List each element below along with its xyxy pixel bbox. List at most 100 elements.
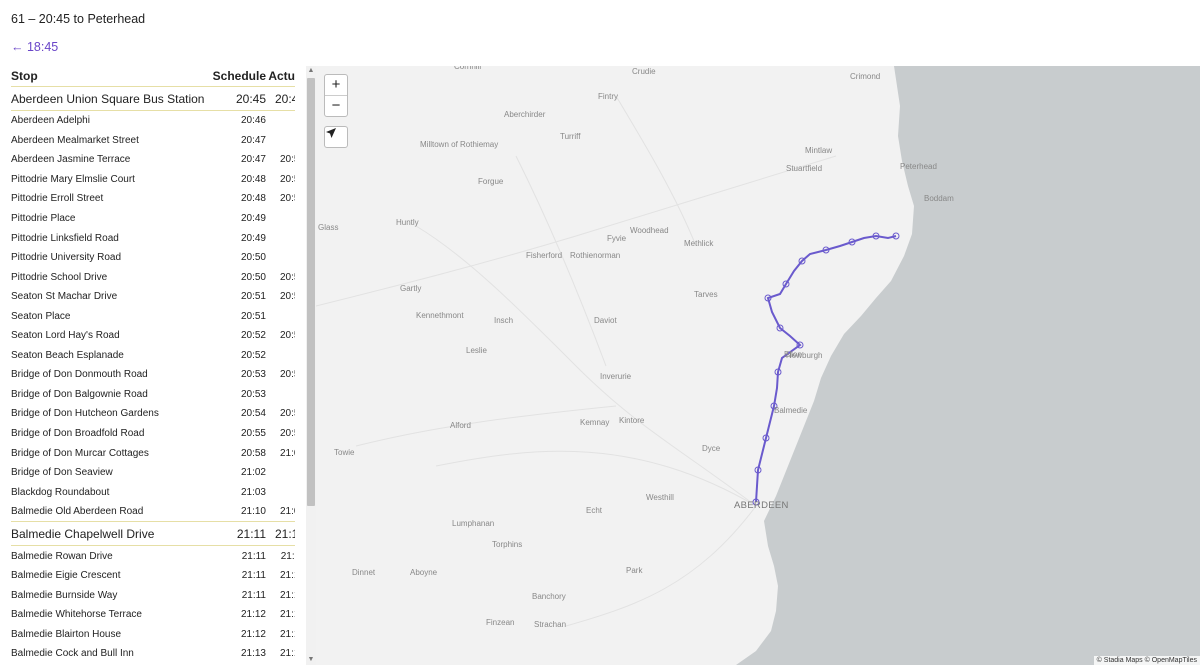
- table-row: Seaton Lord Hay's Road 20:52 20:56: [11, 326, 295, 346]
- place-label: Crudie: [632, 67, 656, 76]
- actual-time: 21:10: [266, 521, 295, 547]
- place-label: Aberchirder: [504, 110, 546, 119]
- scheduled-time: 21:13: [240, 648, 266, 660]
- scheduled-time: 20:55: [240, 428, 266, 440]
- actual-time: [266, 346, 295, 366]
- place-label: Methlick: [684, 239, 714, 248]
- stop-name: Balmedie Burnside Way: [11, 589, 118, 601]
- stop-name: Pittodrie University Road: [11, 252, 122, 264]
- actual-time: 20:52: [279, 193, 295, 205]
- actual-time: [266, 385, 295, 405]
- scheduled-time: 20:52: [240, 330, 266, 342]
- stop-name: Balmedie Cock and Bull Inn: [11, 648, 134, 660]
- actual-time: 21:12: [279, 570, 295, 582]
- table-row: Balmedie Burnside Way 21:11 21:13: [11, 586, 295, 606]
- table-row: Seaton Beach Esplanade 20:52: [11, 346, 295, 366]
- actual-time: 20:59: [279, 428, 295, 440]
- place-label: Fyvie: [607, 234, 627, 243]
- scheduled-time: 20:47: [240, 134, 266, 146]
- map-roads: [316, 95, 837, 627]
- scheduled-time: 21:11: [241, 589, 266, 601]
- page-title: 61 – 20:45 to Peterhead: [11, 12, 146, 26]
- stop-name: Pittodrie Place: [11, 213, 76, 224]
- timetable: Stop Schedule Actual Aberdeen Union Squa…: [11, 66, 295, 665]
- place-label: Fisherford: [526, 251, 563, 260]
- locate-button[interactable]: [324, 126, 348, 148]
- table-row: Bridge of Don Donmouth Road 20:53 20:57: [11, 365, 295, 385]
- route-map[interactable]: Cornhill Crudie Crimond Fintry Aberchirder Tu…: [316, 66, 1200, 665]
- place-label: Rothienorman: [570, 251, 621, 260]
- place-label: Kintore: [619, 416, 645, 425]
- table-row: Pittodrie Place 20:49: [11, 209, 295, 229]
- stop-name: Aberdeen Mealmarket Street: [11, 134, 139, 146]
- zoom-in-button[interactable]: +: [325, 75, 347, 96]
- stop-name: Seaton St Machar Drive: [11, 291, 118, 303]
- scheduled-time: 21:11: [207, 521, 266, 547]
- scheduled-time: 20:53: [240, 369, 266, 381]
- stop-name: Bridge of Don Balgownie Road: [11, 388, 148, 400]
- place-label: Aboyne: [410, 568, 438, 577]
- scheduled-time: 20:45: [207, 86, 266, 111]
- locate-arrow-icon: [326, 128, 336, 138]
- place-label: Daviot: [594, 316, 617, 325]
- stop-name: Bridge of Don Seaview: [11, 467, 113, 479]
- scheduled-time: 20:51: [240, 310, 266, 322]
- table-row: Balmedie Eigie Crescent 21:11 21:12: [11, 566, 295, 586]
- place-label: Huntly: [396, 218, 419, 227]
- scheduled-time: 20:54: [240, 408, 266, 420]
- table-row: Aberdeen Adelphi 20:46: [11, 111, 295, 131]
- scroll-down-arrow-icon[interactable]: ▼: [306, 655, 316, 665]
- table-row: Bridge of Don Hutcheon Gardens 20:54 20:58: [11, 404, 295, 424]
- zoom-out-button[interactable]: −: [325, 96, 347, 116]
- actual-time: [266, 306, 295, 326]
- place-label: Newburgh: [786, 351, 823, 360]
- stop-name: Pittodrie School Drive: [11, 271, 108, 283]
- stop-name: Bridge of Don Donmouth Road: [11, 369, 148, 381]
- timetable-scrollbar[interactable]: ▲ ▼: [306, 66, 316, 665]
- table-row: Balmedie Cock and Bull Inn 21:13 21:16: [11, 644, 295, 664]
- actual-time: 20:54: [279, 291, 295, 303]
- stop-name: Balmedie Old Aberdeen Road: [11, 506, 144, 518]
- actual-time: 21:16: [279, 648, 295, 660]
- map-attribution[interactable]: © Stadia Maps © OpenMapTiles: [1093, 656, 1200, 665]
- column-header-stop: Stop: [11, 69, 38, 83]
- stop-name: Balmedie Rowan Drive: [11, 550, 113, 562]
- scrollbar-thumb[interactable]: [307, 78, 315, 506]
- place-label: Mintlaw: [805, 146, 833, 155]
- stop-name: Pittodrie Linksfield Road: [11, 232, 119, 244]
- column-header-schedule: Schedule: [212, 69, 266, 83]
- place-label: Glass: [318, 223, 339, 232]
- scheduled-time: 20:47: [240, 154, 266, 166]
- scheduled-time: 20:51: [240, 291, 266, 303]
- actual-time: 20:52: [279, 173, 295, 185]
- place-label: Echt: [586, 506, 603, 515]
- scheduled-time: 20:52: [240, 349, 266, 361]
- place-label: Banchory: [532, 592, 566, 601]
- actual-time: 20:57: [279, 369, 295, 381]
- scheduled-time: 20:49: [240, 213, 266, 224]
- table-row: Balmedie Blairton House 21:12 21:15: [11, 625, 295, 645]
- table-row: Pittodrie Erroll Street 20:48 20:52: [11, 189, 295, 209]
- previous-trip-link[interactable]: ← 18:45: [11, 40, 58, 54]
- table-row: Balmedie Whitehorse Terrace 21:12 21:14: [11, 605, 295, 625]
- place-label: Turriff: [560, 132, 581, 141]
- place-label: Forgue: [478, 177, 504, 186]
- scheduled-time: 21:10: [240, 506, 266, 518]
- place-label: Finzean: [486, 618, 515, 627]
- scheduled-time: 20:50: [240, 271, 266, 283]
- table-row: Seaton St Machar Drive 20:51 20:54: [11, 287, 295, 307]
- scheduled-time: 20:48: [240, 173, 266, 185]
- scroll-up-arrow-icon[interactable]: ▲: [306, 66, 316, 76]
- actual-time: [266, 228, 295, 248]
- scheduled-time: 20:53: [240, 388, 266, 400]
- stop-name: Bridge of Don Hutcheon Gardens: [11, 408, 159, 420]
- stop-name: Seaton Place: [11, 310, 71, 322]
- actual-time: [266, 463, 295, 483]
- scheduled-time: 21:12: [240, 609, 266, 621]
- sea-area: [736, 66, 1200, 665]
- table-row: Aberdeen Mealmarket Street 20:47: [11, 131, 295, 151]
- place-label: Westhill: [646, 493, 674, 502]
- actual-time: [266, 131, 295, 151]
- table-row: Bridge of Don Broadfold Road 20:55 20:59: [11, 424, 295, 444]
- scheduled-time: 21:11: [241, 550, 266, 562]
